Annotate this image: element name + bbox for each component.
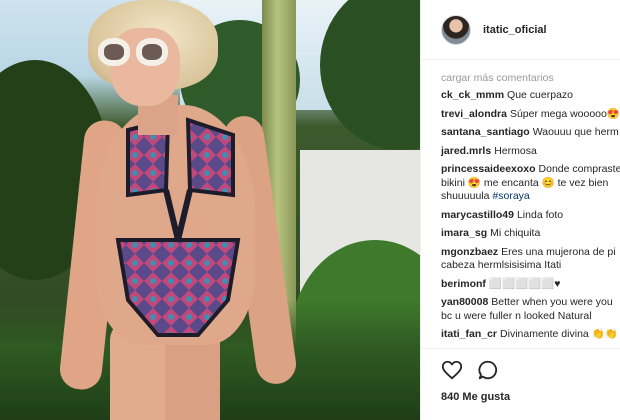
comment-text: Better when you were you — [491, 296, 613, 308]
comments-list: cargar más comentarios ck_ck_mmm Que cuer… — [421, 60, 620, 348]
post-header: itatic_oficial — [421, 0, 620, 60]
heart-icon[interactable] — [441, 359, 463, 381]
post-photo[interactable] — [0, 0, 420, 420]
comment: ck_ck_mmm Que cuerpazo — [441, 89, 620, 103]
comment-username[interactable]: itati_fan_cr — [441, 328, 497, 340]
load-more-comments-link[interactable]: cargar más comentarios — [441, 72, 620, 84]
instagram-post: itatic_oficial cargar más comentarios ck… — [0, 0, 620, 420]
comment: mgonzbaez Eres una mujerona de pi cabeza … — [441, 246, 620, 273]
comment-text: bc u were fuller n looked Natural — [441, 309, 592, 322]
comment-username[interactable]: ck_ck_mmm — [441, 89, 504, 101]
comment: itati_fan_cr Divinamente divina 👏👏 — [441, 328, 620, 342]
post-actions: 840 Me gusta — [421, 348, 620, 420]
comment-username[interactable]: marycastillo49 — [441, 209, 514, 221]
comment-username[interactable]: trevi_alondra — [441, 108, 507, 120]
post-sidebar: itatic_oficial cargar más comentarios ck… — [420, 0, 620, 420]
likes-count[interactable]: 840 Me gusta — [441, 391, 620, 403]
comment-username[interactable]: yan80008 — [441, 296, 488, 308]
comment: jared.mrls Hermosa — [441, 145, 620, 159]
comment: marycastillo49 Linda foto — [441, 209, 620, 223]
comment-text: cabeza hermlsisisima Itati — [441, 259, 562, 271]
comment-text: shuuuuula — [441, 190, 493, 202]
comment-text: Hermosa — [494, 144, 537, 157]
username[interactable]: itatic_oficial — [483, 24, 547, 36]
comment-text: Eres una mujerona de pi — [501, 245, 616, 258]
comment-text: Mi chiquita — [490, 227, 541, 239]
comment-username[interactable]: imara_sg — [441, 227, 487, 239]
comment-text: Waouuu que herm — [532, 126, 619, 138]
comment: princessaideexoxo Donde compraste bikini … — [441, 163, 620, 204]
foliage — [320, 0, 420, 150]
avatar[interactable] — [441, 14, 471, 45]
comment-bubble-icon[interactable] — [477, 359, 499, 381]
comment-text: Súper mega wooooo😍 — [509, 107, 620, 120]
comment: berimonf ⬜⬜⬜⬜⬜♥ — [441, 278, 620, 292]
comment-text: Linda foto — [516, 208, 564, 221]
hashtag-link[interactable]: #soraya — [492, 190, 529, 202]
comment-text: Divinamente divina 👏👏 — [500, 328, 618, 340]
comment-text: Donde compraste — [538, 163, 620, 175]
sunglasses — [98, 38, 170, 66]
comment: santana_santiago Waouuu que herm — [441, 126, 620, 140]
comment-text: Que cuerpazo — [507, 89, 574, 101]
comment-username[interactable]: berimonf — [441, 278, 486, 290]
action-icons — [441, 359, 620, 381]
swimsuit — [115, 117, 241, 337]
comment: yan80008 Better when you were you bc u we… — [441, 296, 620, 323]
comment: imara_sg Mi chiquita — [441, 227, 620, 241]
comment-text: ⬜⬜⬜⬜⬜♥ — [488, 277, 561, 290]
comment-username[interactable]: mgonzbaez — [441, 246, 498, 258]
comment-username[interactable]: santana_santiago — [441, 126, 530, 138]
comment-text: bikini 😍 me encanta 😊 te vez bien — [441, 176, 609, 189]
comment: trevi_alondra Súper mega wooooo😍 — [441, 108, 620, 122]
comment-username[interactable]: jared.mrls — [441, 145, 491, 157]
comment-username[interactable]: princessaideexoxo — [441, 163, 536, 175]
